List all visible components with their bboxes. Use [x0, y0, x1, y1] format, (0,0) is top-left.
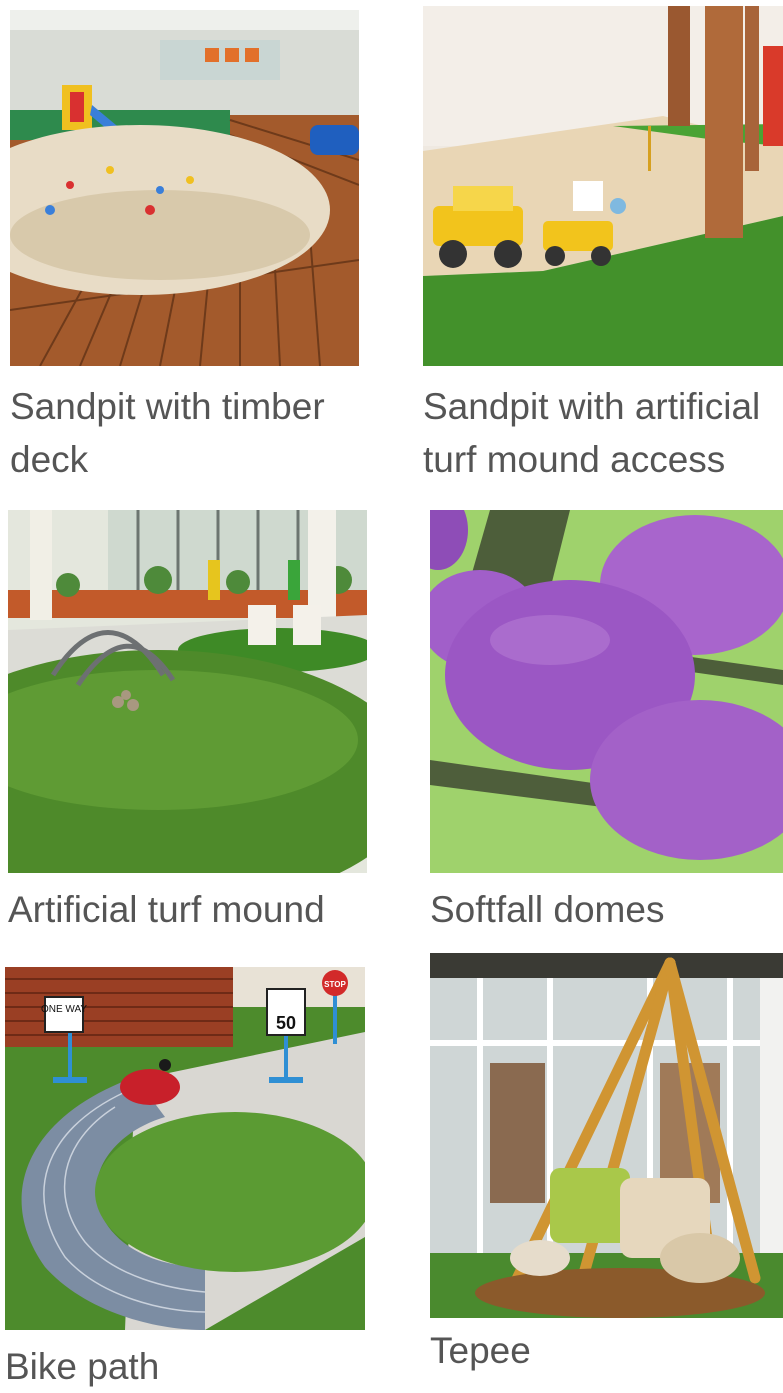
speed-sign-text: 50	[276, 1013, 296, 1033]
caption-sandpit-timber-deck: Sandpit with timber deck	[10, 386, 325, 480]
stop-sign-text: STOP	[324, 980, 346, 989]
photo-sandpit-timber-deck	[10, 10, 359, 366]
photo-softfall-domes	[430, 510, 783, 873]
photo-sandpit-turf-mound	[423, 6, 783, 366]
photo-bike-path: ONE WAY 50 STOP	[5, 967, 365, 1330]
photo-tepee	[430, 953, 783, 1318]
one-way-sign-text: ONE WAY	[41, 1004, 87, 1015]
caption-softfall-domes: Softfall domes	[430, 889, 665, 930]
caption-tepee: Tepee	[430, 1330, 531, 1371]
caption-sandpit-turf-mound: Sandpit with artificial turf mound acces…	[423, 386, 761, 480]
caption-artificial-turf-mound: Artificial turf mound	[8, 889, 325, 930]
photo-artificial-turf-mound	[8, 510, 367, 873]
caption-bike-path: Bike path	[5, 1346, 160, 1387]
